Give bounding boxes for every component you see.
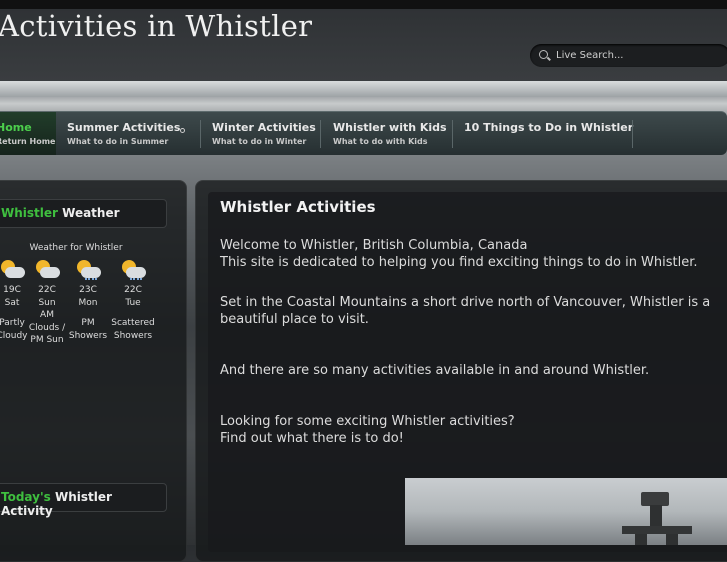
weather-heading: Weather bbox=[62, 206, 120, 220]
live-search-box[interactable] bbox=[530, 44, 727, 67]
weather-widget-header: Whistler Weather bbox=[0, 199, 167, 228]
partly-cloudy-icon bbox=[0, 259, 25, 281]
nav-divider bbox=[200, 120, 201, 148]
nav-item-sublabel: What to do with Kids bbox=[333, 137, 428, 146]
forecast-day-name: Tue bbox=[125, 297, 141, 308]
cta-paragraph: Looking for some exciting Whistler activ… bbox=[220, 413, 715, 447]
nav-item-sublabel: What to do in Summer bbox=[67, 137, 169, 146]
inukshuk-photo bbox=[405, 478, 727, 545]
nav-item-ten-things[interactable]: 10 Things to Do in Whistler bbox=[464, 112, 633, 155]
forecast-day: 22C Tue Scattered Showers bbox=[108, 259, 158, 342]
nav-item-summer[interactable]: Summer Activities What to do in Summer bbox=[67, 112, 187, 155]
nav-item-kids[interactable]: Whistler with Kids What to do with Kids bbox=[333, 112, 447, 155]
intro-paragraph: Welcome to Whistler, British Columbia, C… bbox=[220, 237, 715, 271]
nav-divider bbox=[452, 120, 453, 148]
forecast-day: 23C Mon PM Showers bbox=[66, 259, 110, 342]
cta-line: Find out what there is to do! bbox=[220, 431, 404, 446]
forecast-condition: AM Clouds / PM Sun bbox=[28, 310, 66, 345]
nav-item-label: Home bbox=[0, 121, 32, 134]
location-paragraph: Set in the Coastal Mountains a short dri… bbox=[220, 295, 711, 327]
submenu-indicator-icon bbox=[180, 128, 185, 133]
forecast-day: 22C Sun AM Clouds / PM Sun bbox=[25, 259, 69, 347]
page-title: Whistler Activities bbox=[220, 198, 376, 216]
weather-heading-accent: Whistler bbox=[1, 206, 58, 220]
showers-icon bbox=[75, 259, 101, 281]
nav-item-winter[interactable]: Winter Activities What to do in Winter bbox=[212, 112, 316, 155]
scenery-band bbox=[0, 81, 727, 97]
nav-item-label: 10 Things to Do in Whistler bbox=[464, 121, 634, 134]
intro-line: Welcome to Whistler, British Columbia, C… bbox=[220, 238, 528, 253]
intro-line: This site is dedicated to helping you fi… bbox=[220, 255, 698, 270]
forecast-day-name: Mon bbox=[78, 297, 98, 308]
search-input[interactable] bbox=[556, 47, 726, 63]
nav-item-home[interactable]: Home Return Home bbox=[0, 112, 56, 155]
showers-icon bbox=[120, 259, 146, 281]
partly-cloudy-icon bbox=[34, 259, 60, 281]
inukshuk-image bbox=[641, 492, 669, 506]
activities-paragraph: And there are so many activities availab… bbox=[220, 363, 650, 378]
forecast-temp: 22C bbox=[38, 285, 56, 295]
activity-widget-header: Today's Whistler Activity bbox=[0, 483, 167, 518]
weather-title: Weather for Whistler bbox=[29, 243, 123, 253]
main-nav: Home Return Home Summer Activities What … bbox=[0, 111, 727, 155]
top-bar bbox=[0, 0, 727, 9]
search-icon bbox=[539, 50, 548, 59]
nav-item-sublabel: What to do in Winter bbox=[212, 137, 307, 146]
nav-item-label: Winter Activities bbox=[212, 121, 316, 134]
forecast-temp: 22C bbox=[124, 285, 142, 295]
forecast-condition: Scattered Showers bbox=[111, 318, 155, 341]
site-title[interactable]: Activities in Whistler bbox=[0, 9, 312, 43]
cta-line: Looking for some exciting Whistler activ… bbox=[220, 414, 515, 429]
nav-divider bbox=[320, 120, 321, 148]
forecast-condition: PM Showers bbox=[68, 318, 108, 341]
nav-item-label: Summer Activities bbox=[67, 121, 181, 134]
nav-divider bbox=[632, 120, 633, 148]
nav-item-label: Whistler with Kids bbox=[333, 121, 447, 134]
forecast-day-name: Sun bbox=[38, 297, 56, 308]
activity-heading-accent: Today's bbox=[1, 490, 51, 504]
nav-item-sublabel: Return Home bbox=[0, 137, 56, 146]
forecast-temp: 23C bbox=[79, 285, 97, 295]
